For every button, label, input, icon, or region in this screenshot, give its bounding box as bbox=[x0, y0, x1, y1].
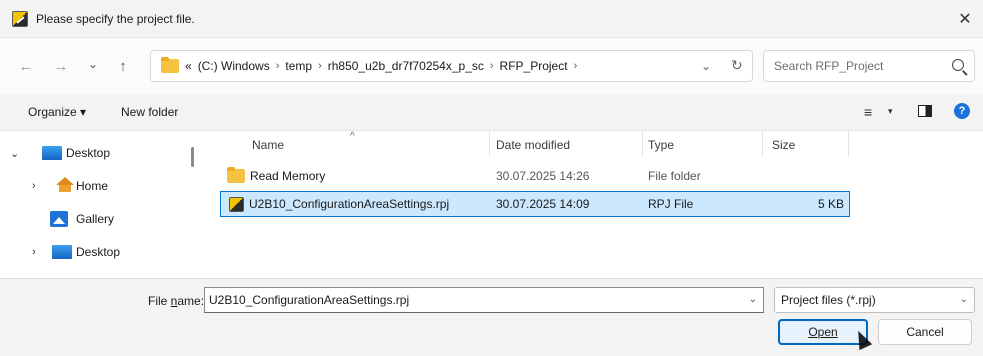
column-divider[interactable] bbox=[848, 131, 849, 157]
filetype-dropdown-icon[interactable]: ⌄ bbox=[960, 288, 968, 312]
breadcrumb-item[interactable]: temp bbox=[285, 59, 312, 73]
filename-dropdown-icon[interactable]: ⌄ bbox=[749, 288, 757, 312]
desktop-icon bbox=[52, 245, 72, 259]
sidebar-item-desktop[interactable]: ⌄ Desktop bbox=[0, 140, 190, 166]
cancel-button[interactable]: Cancel bbox=[878, 319, 972, 345]
forward-icon[interactable]: → bbox=[50, 53, 72, 79]
navigation-bar: ← → ⌄ ↑ « (C:) Windows › temp › rh850_u2… bbox=[0, 38, 983, 94]
rpj-file-icon bbox=[229, 197, 244, 212]
breadcrumb-separator[interactable]: › bbox=[318, 60, 322, 72]
file-size: 5 KB bbox=[818, 197, 845, 211]
filetype-value: Project files (*.rpj) bbox=[781, 293, 876, 307]
breadcrumb-item[interactable]: (C:) Windows bbox=[198, 59, 270, 73]
search-box[interactable]: Search RFP_Project bbox=[763, 50, 975, 82]
sidebar-scrollbar[interactable] bbox=[191, 147, 194, 167]
column-divider[interactable] bbox=[762, 131, 763, 157]
filename-label: File name: bbox=[148, 294, 204, 308]
refresh-icon[interactable]: ↻ bbox=[731, 57, 743, 74]
table-row[interactable]: Read Memory 30.07.2025 14:26 File folder bbox=[220, 163, 850, 189]
column-divider[interactable] bbox=[642, 131, 643, 157]
filename-input[interactable]: U2B10_ConfigurationAreaSettings.rpj ⌄ bbox=[204, 287, 764, 313]
filetype-select[interactable]: Project files (*.rpj) ⌄ bbox=[774, 287, 975, 313]
search-placeholder: Search RFP_Project bbox=[774, 59, 884, 73]
sidebar-item-label: Desktop bbox=[66, 146, 111, 160]
breadcrumb-separator[interactable]: › bbox=[574, 60, 578, 72]
folder-icon bbox=[227, 167, 245, 183]
view-options-caret-icon[interactable]: ▾ bbox=[888, 106, 893, 117]
sidebar-item-label: Desktop bbox=[76, 245, 121, 259]
help-icon[interactable]: ? bbox=[954, 103, 970, 119]
sort-ascending-icon: ^ bbox=[350, 131, 355, 142]
up-folder-icon[interactable]: ↑ bbox=[112, 53, 134, 79]
file-list: ^ Name Date modified Type Size Read Memo… bbox=[202, 130, 983, 278]
file-name: U2B10_ConfigurationAreaSettings.rpj bbox=[249, 197, 450, 211]
column-divider[interactable] bbox=[489, 131, 490, 157]
sidebar-item-home[interactable]: › Home bbox=[0, 173, 190, 199]
expand-chevron-icon[interactable]: › bbox=[32, 246, 36, 258]
desktop-icon bbox=[42, 146, 62, 160]
file-name: Read Memory bbox=[250, 169, 326, 183]
back-icon[interactable]: ← bbox=[15, 53, 37, 79]
home-icon bbox=[56, 177, 74, 192]
sidebar-item-gallery[interactable]: Gallery bbox=[0, 206, 190, 232]
file-type: RPJ File bbox=[648, 197, 694, 211]
collapse-chevron-icon[interactable]: ⌄ bbox=[10, 147, 19, 160]
column-header-name[interactable]: Name bbox=[252, 138, 284, 152]
expand-chevron-icon[interactable]: › bbox=[32, 180, 36, 192]
open-button-label: Open bbox=[808, 325, 838, 339]
breadcrumb-item[interactable]: rh850_u2b_dr7f70254x_p_sc bbox=[328, 59, 484, 73]
breadcrumb-separator[interactable]: › bbox=[490, 60, 494, 72]
file-date: 30.07.2025 14:09 bbox=[496, 197, 590, 211]
organize-button[interactable]: Organize ▾ bbox=[28, 105, 86, 119]
gallery-icon bbox=[50, 211, 68, 227]
file-date: 30.07.2025 14:26 bbox=[496, 169, 590, 183]
column-header-size[interactable]: Size bbox=[772, 138, 795, 152]
breadcrumb-overflow[interactable]: « bbox=[185, 59, 192, 73]
new-folder-button[interactable]: New folder bbox=[121, 105, 178, 119]
address-dropdown-icon[interactable]: ⌄ bbox=[701, 59, 711, 73]
search-icon[interactable] bbox=[952, 59, 964, 71]
filename-value: U2B10_ConfigurationAreaSettings.rpj bbox=[209, 293, 410, 307]
app-icon bbox=[12, 10, 28, 27]
sidebar-item-desktop-2[interactable]: › Desktop bbox=[0, 239, 190, 265]
preview-pane-icon[interactable] bbox=[918, 105, 932, 117]
table-row[interactable]: U2B10_ConfigurationAreaSettings.rpj 30.0… bbox=[220, 191, 850, 217]
dialog-footer: File name: U2B10_ConfigurationAreaSettin… bbox=[0, 278, 983, 356]
command-toolbar: Organize ▾ New folder ≡ ▾ ? bbox=[0, 94, 983, 130]
title-bar: Please specify the project file. ✕ bbox=[0, 0, 983, 38]
folder-icon bbox=[161, 57, 179, 73]
column-header-type[interactable]: Type bbox=[648, 138, 674, 152]
navigation-pane: ⌄ Desktop › Home Gallery › Desktop bbox=[0, 130, 202, 278]
view-options-icon[interactable]: ≡ bbox=[864, 104, 872, 120]
sidebar-item-label: Gallery bbox=[76, 212, 115, 226]
sidebar-item-label: Home bbox=[76, 179, 109, 193]
filename-label-part: File bbox=[148, 294, 171, 308]
close-button[interactable]: ✕ bbox=[947, 0, 983, 38]
address-bar[interactable]: « (C:) Windows › temp › rh850_u2b_dr7f70… bbox=[150, 50, 753, 82]
file-type: File folder bbox=[648, 169, 701, 183]
window-title: Please specify the project file. bbox=[36, 11, 195, 26]
recent-locations-icon[interactable]: ⌄ bbox=[82, 51, 104, 77]
column-header-date[interactable]: Date modified bbox=[496, 138, 570, 152]
breadcrumb-separator[interactable]: › bbox=[276, 60, 280, 72]
filename-label-part: ame: bbox=[177, 294, 205, 308]
breadcrumb-item[interactable]: RFP_Project bbox=[500, 59, 568, 73]
